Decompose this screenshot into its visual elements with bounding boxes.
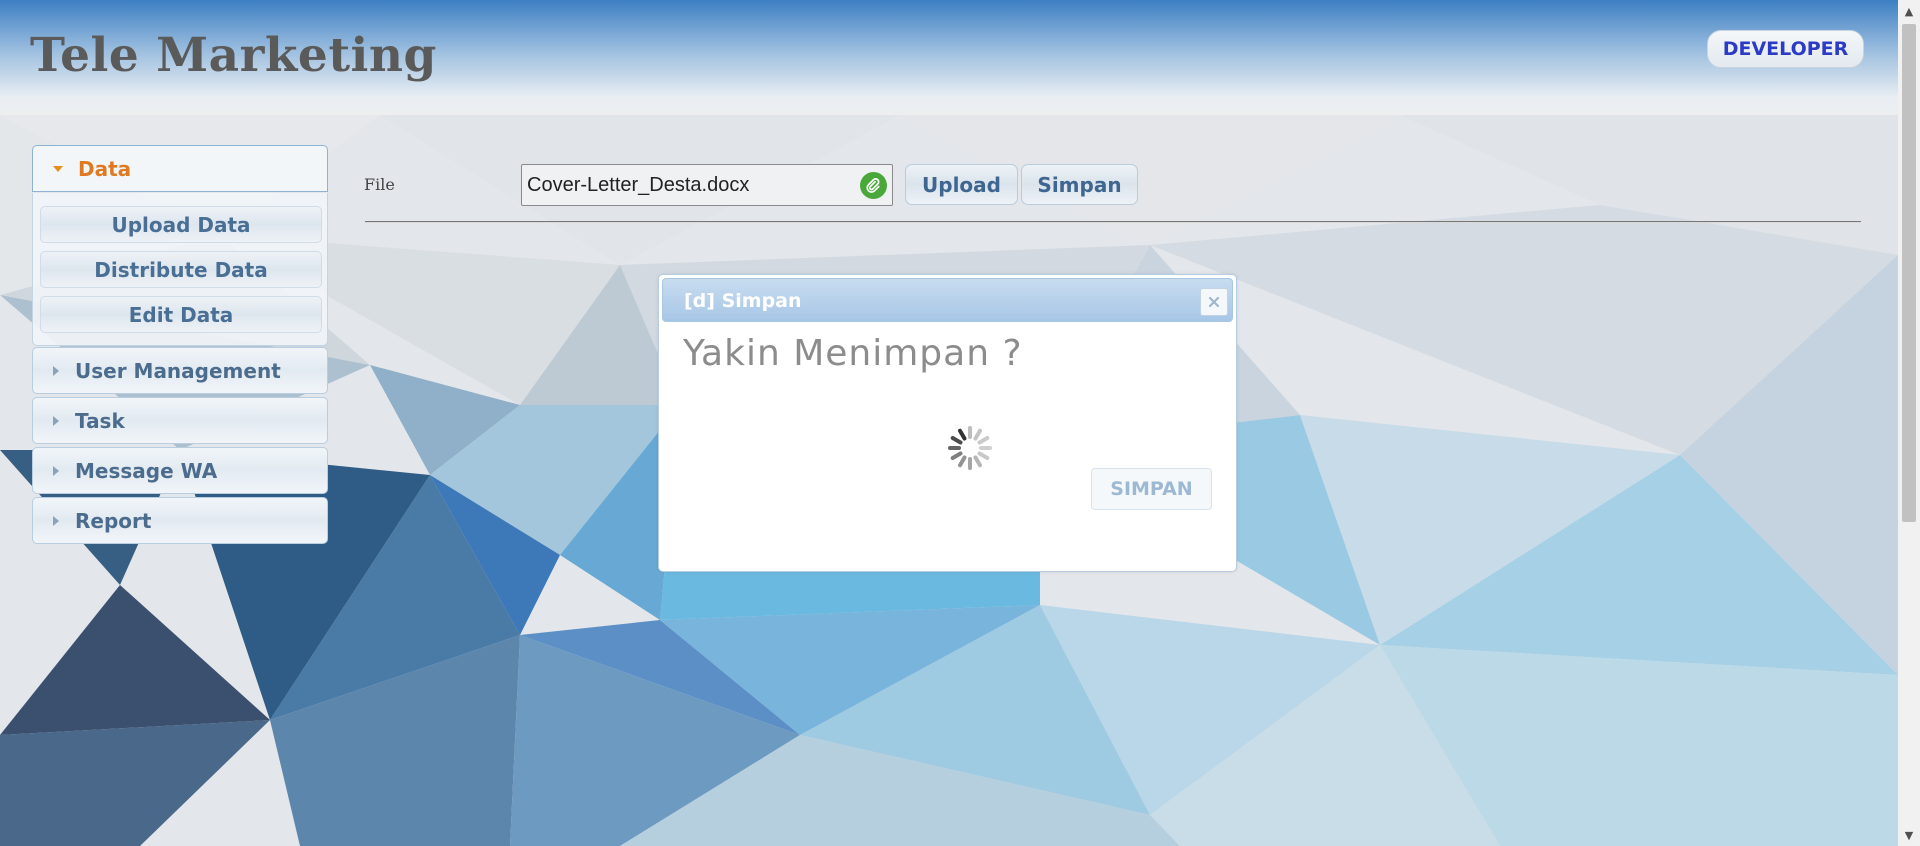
upload-button[interactable]: Upload (905, 164, 1018, 205)
sidebar-section-message-wa[interactable]: Message WA (32, 447, 328, 494)
sidebar-section-label: Report (75, 508, 152, 533)
scroll-up-arrow-icon[interactable]: ▲ (1898, 0, 1920, 22)
sidebar-section-user-management[interactable]: User Management (32, 347, 328, 394)
sidebar-section-data[interactable]: Data (32, 145, 328, 192)
simpan-button[interactable]: Simpan (1021, 164, 1138, 205)
triangle-right-icon (53, 365, 59, 376)
dialog-titlebar[interactable]: [d] Simpan (662, 278, 1233, 322)
sidebar-data-panel: Upload Data Distribute Data Edit Data (32, 193, 328, 346)
triangle-right-icon (53, 515, 59, 526)
triangle-right-icon (53, 465, 59, 476)
edit-data-button[interactable]: Edit Data (40, 296, 322, 333)
upload-data-button[interactable]: Upload Data (40, 206, 322, 243)
sidebar-section-report[interactable]: Report (32, 497, 328, 544)
dialog-message: Yakin Menimpan ? (683, 333, 1023, 374)
file-input[interactable] (521, 164, 893, 206)
sidebar-section-label: Message WA (75, 458, 218, 483)
sidebar-section-task[interactable]: Task (32, 397, 328, 444)
sidebar-section-label: Task (75, 408, 125, 433)
triangle-down-icon (53, 165, 63, 172)
app-title: Tele Marketing (30, 28, 437, 83)
sidebar-section-label: Data (78, 156, 132, 181)
file-label: File (364, 175, 395, 194)
sidebar-section-label: User Management (75, 358, 281, 383)
paperclip-icon[interactable] (860, 172, 887, 199)
scroll-thumb[interactable] (1902, 24, 1916, 522)
distribute-data-button[interactable]: Distribute Data (40, 251, 322, 288)
triangle-right-icon (53, 415, 59, 426)
confirm-dialog: [d] Simpan Yakin Menimpan ? SIMPAN (658, 274, 1237, 572)
loading-spinner-icon (948, 426, 992, 470)
app-header: Tele Marketing DEVELOPER (0, 0, 1898, 115)
scroll-down-arrow-icon[interactable]: ▼ (1898, 824, 1920, 846)
close-icon[interactable] (1200, 288, 1228, 316)
divider (365, 221, 1861, 223)
dialog-simpan-button[interactable]: SIMPAN (1091, 468, 1212, 510)
dialog-title: [d] Simpan (684, 290, 802, 312)
vertical-scrollbar[interactable]: ▲ ▼ (1898, 0, 1920, 846)
user-role-button[interactable]: DEVELOPER (1707, 30, 1864, 68)
